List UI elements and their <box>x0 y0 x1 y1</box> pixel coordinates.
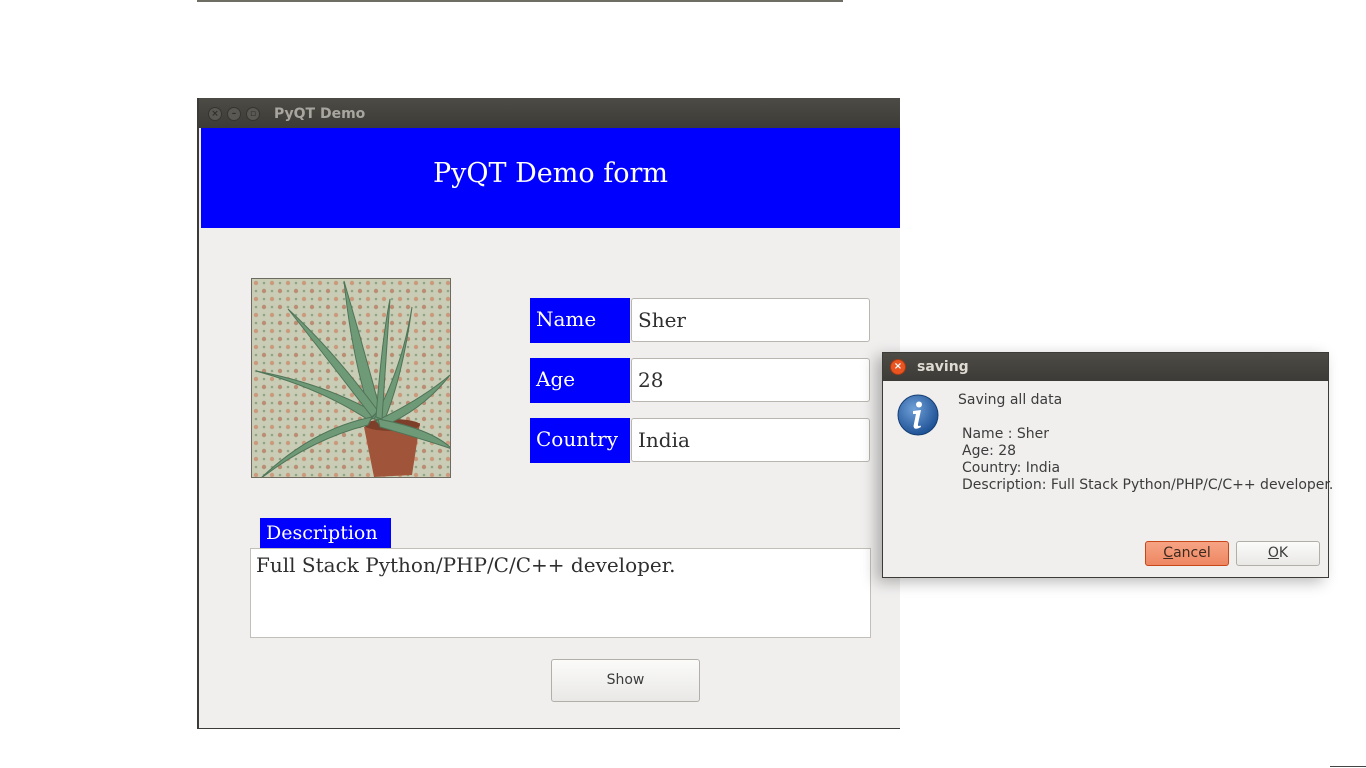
window-titlebar[interactable]: × – ▫ PyQT Demo <box>199 98 900 128</box>
aloe-plant-image <box>251 278 451 478</box>
detail-line: Age: 28 <box>962 443 1017 459</box>
ok-button[interactable]: OK <box>1236 541 1320 566</box>
header-banner: PyQT Demo form <box>201 128 900 228</box>
close-icon[interactable]: × <box>208 107 222 121</box>
show-button[interactable]: Show <box>551 659 700 702</box>
detail-line: Description: Full Stack Python/PHP/C/C++… <box>962 477 1334 493</box>
ok-label: K <box>1278 545 1289 561</box>
plant-photo-icon <box>252 279 450 477</box>
detail-line: Name : Sher <box>962 426 1050 442</box>
age-field[interactable]: 28 <box>631 358 870 402</box>
window-title: PyQT Demo <box>274 106 366 122</box>
info-icon <box>897 394 939 436</box>
detail-line: Country: India <box>962 460 1061 476</box>
country-label: Country <box>530 418 630 463</box>
cancel-label: ancel <box>1173 545 1211 561</box>
background-divider <box>197 0 843 2</box>
dialog-message: Saving all data <box>958 392 1063 408</box>
maximize-icon[interactable]: ▫ <box>246 107 260 121</box>
saving-dialog: × saving Saving all data Name : Sher Age… <box>882 352 1333 578</box>
name-label: Name <box>530 298 630 343</box>
description-label: Description <box>260 518 391 548</box>
dialog-details: Name : Sher Age: 28 Country: India Descr… <box>962 426 1333 494</box>
cancel-button[interactable]: Cancel <box>1145 541 1229 566</box>
dialog-titlebar[interactable]: × saving <box>883 353 1328 381</box>
background-divider <box>1330 766 1366 767</box>
page-title: PyQT Demo form <box>433 158 668 189</box>
description-textarea[interactable]: Full Stack Python/PHP/C/C++ developer. <box>250 548 871 638</box>
cancel-mnemonic: C <box>1163 545 1174 561</box>
minimize-icon[interactable]: – <box>227 107 241 121</box>
main-window: × – ▫ PyQT Demo PyQT Demo form Name Sher… <box>197 98 900 729</box>
close-icon[interactable]: × <box>890 359 906 375</box>
name-field[interactable]: Sher <box>631 298 870 342</box>
country-field[interactable]: India <box>631 418 870 462</box>
ok-mnemonic: O <box>1267 545 1279 561</box>
age-label: Age <box>530 358 630 403</box>
dialog-title: saving <box>917 359 969 375</box>
